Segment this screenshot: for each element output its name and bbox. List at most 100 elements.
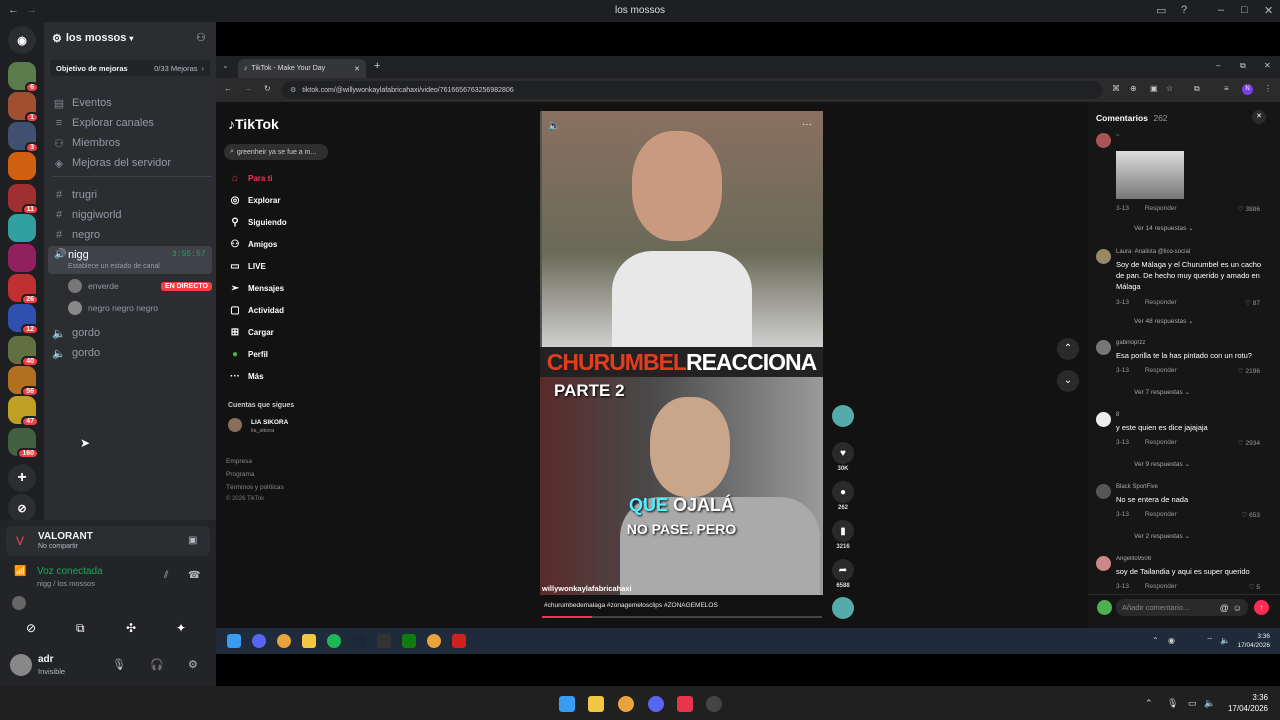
comment-likes[interactable]: ♡ 2934 (1238, 439, 1260, 447)
minimize-icon[interactable]: – (1216, 61, 1220, 70)
steam-icon[interactable] (352, 634, 366, 648)
server-icon[interactable]: 11 (8, 184, 39, 215)
browser-tab[interactable]: ♪ TikTok - Make Your Day ✕ (238, 59, 366, 78)
windows-start-icon[interactable] (227, 634, 241, 648)
chrome-app-icon[interactable] (427, 634, 441, 648)
prev-video-button[interactable]: ⌃ (1057, 338, 1079, 360)
emoji-icon[interactable]: ☺ (1233, 603, 1242, 613)
comment-likes[interactable]: ♡ 653 (1242, 511, 1261, 519)
text-channel[interactable]: # trugri (52, 186, 212, 204)
new-tab-icon[interactable]: + (374, 60, 380, 72)
reply-button[interactable]: Responder (1145, 299, 1177, 306)
discord-home-icon[interactable]: ◉ (8, 26, 36, 54)
menu-following[interactable]: ⚲ Siguiendo (228, 214, 286, 230)
menu-more[interactable]: ··· Más (228, 368, 264, 384)
network-icon[interactable]: ▭ (1188, 698, 1197, 709)
progress-bar[interactable] (542, 616, 822, 618)
file-explorer-icon[interactable] (302, 634, 316, 648)
avatar[interactable] (1096, 133, 1111, 148)
view-replies[interactable]: Ver 7 respuestas ⌄ (1134, 388, 1190, 396)
reply-button[interactable]: Responder (1145, 367, 1177, 374)
tiktok-logo[interactable]: ♪TikTok (228, 116, 279, 132)
comment-user[interactable]: Black SportFive (1116, 484, 1158, 490)
discord-app-icon[interactable] (252, 634, 266, 648)
forward-icon[interactable]: → (244, 84, 252, 93)
share-screen-icon[interactable]: ⧉ (76, 621, 85, 636)
app-icon[interactable] (452, 634, 466, 648)
app-icon[interactable] (706, 696, 722, 712)
avatar[interactable] (1096, 484, 1111, 499)
text-channel[interactable]: # negro (52, 226, 212, 244)
close-icon[interactable]: ✕ (1264, 4, 1273, 17)
tray-overflow-icon[interactable]: ⌃ (1145, 698, 1153, 709)
discord-app-icon[interactable] (648, 696, 664, 712)
menu-upload[interactable]: ⊞ Cargar (228, 324, 274, 340)
video-hashtags[interactable]: #churumbedemalaga #zonagemelosclips #ZON… (544, 602, 718, 609)
mention-icon[interactable]: @ (1220, 603, 1229, 613)
user-name[interactable]: adr (38, 654, 54, 665)
system-clock[interactable]: 3:36 17/04/2026 (1222, 692, 1268, 714)
voice-channel-path[interactable]: nigg / los mossos (37, 579, 95, 588)
add-server-icon[interactable]: + (8, 464, 36, 492)
comment-input[interactable]: Añadir comentario... @ ☺ (1116, 599, 1248, 616)
close-icon[interactable]: ✕ (1264, 61, 1271, 70)
server-icon[interactable]: 26 (8, 274, 39, 305)
nav-members[interactable]: ⚇ Miembros (52, 134, 212, 152)
profile-icon[interactable]: N (1242, 84, 1253, 95)
reply-button[interactable]: Responder (1145, 205, 1177, 212)
footer-link[interactable]: Empresa (226, 458, 252, 465)
menu-for-you[interactable]: ⌂ Para ti (228, 170, 273, 186)
comment-image[interactable] (1116, 151, 1184, 199)
menu-live[interactable]: ▭ LIVE (228, 258, 266, 274)
avatar[interactable] (1096, 412, 1111, 427)
volume-icon[interactable]: 🔈 (1220, 636, 1230, 645)
boost-goal-bar[interactable]: Objetivo de mejoras 0/33 Mejoras › (50, 60, 210, 76)
discover-icon[interactable]: ⊘ (8, 494, 36, 522)
reply-button[interactable]: Responder (1145, 511, 1177, 518)
voice-user[interactable]: enverde EN DIRECTO (68, 278, 212, 294)
comment-user[interactable]: Laura· Analista @lico-social (1116, 249, 1190, 255)
view-replies[interactable]: Ver 48 respuestas ⌄ (1134, 317, 1194, 325)
volume-icon[interactable]: 🔈 (548, 121, 560, 132)
tab-list-icon[interactable]: ⌄ (222, 61, 229, 70)
video-author[interactable]: willywonkaylafabricahaxi (542, 584, 632, 593)
voice-user[interactable]: negro negro negro (68, 300, 212, 316)
voice-channel-active[interactable]: 🔊 nigg 3:55:57 Establece un estado de ca… (48, 246, 212, 274)
send-comment-button[interactable]: ↑ (1254, 600, 1269, 615)
comment-user[interactable]: ~ (1116, 133, 1120, 139)
server-icon[interactable]: 47 (8, 396, 39, 427)
server-icon[interactable] (8, 152, 36, 180)
comment-user[interactable]: gabinoprzz (1116, 340, 1145, 346)
comment-likes[interactable]: ♡ 5 (1249, 583, 1260, 590)
comment-user[interactable]: Angelito9508 (1116, 556, 1151, 562)
windows-start-icon[interactable] (559, 696, 575, 712)
avatar[interactable] (1096, 249, 1111, 264)
extensions-icon[interactable]: ⧉ (1194, 84, 1200, 94)
menu-activity[interactable]: ▢ Actividad (228, 302, 284, 318)
activities-icon[interactable]: ✣ (126, 621, 136, 635)
tab-close-icon[interactable]: ✕ (354, 65, 360, 73)
inbox-icon[interactable]: ▭ (1156, 4, 1166, 17)
app-icon[interactable] (677, 696, 693, 712)
microphone-icon[interactable]: 🎙 (1167, 698, 1178, 709)
server-header[interactable]: ⚙ los mossos ▾ (52, 30, 212, 46)
tray-overflow-icon[interactable]: ⌃ (1152, 636, 1159, 645)
server-icon[interactable]: 56 (8, 366, 39, 397)
server-icon[interactable]: 3 (8, 122, 39, 153)
sound-button[interactable] (832, 597, 854, 619)
help-icon[interactable]: ? (1181, 4, 1187, 16)
headphones-icon[interactable]: 🎧 (150, 658, 164, 671)
like-button[interactable]: ♥ 30K (832, 442, 854, 472)
voice-channel[interactable]: 🔈 gordo (52, 324, 212, 342)
volume-icon[interactable]: 🔈 (1204, 698, 1215, 709)
comment-button[interactable]: ● 262 (832, 481, 854, 511)
menu-explore[interactable]: ◎ Explorar (228, 192, 281, 208)
next-video-button[interactable]: ⌄ (1057, 370, 1079, 392)
view-replies[interactable]: Ver 14 respuestas ⌄ (1134, 224, 1194, 232)
chrome-app-icon[interactable] (618, 696, 634, 712)
translate-icon[interactable]: ⌘ (1112, 84, 1120, 93)
footer-link[interactable]: Términos y políticas (226, 484, 284, 491)
view-replies[interactable]: Ver 9 respuestas ⌄ (1134, 460, 1190, 468)
following-name[interactable]: LIA SIKORA (251, 419, 288, 426)
tray-app-icon[interactable]: ◉ (1168, 636, 1175, 645)
